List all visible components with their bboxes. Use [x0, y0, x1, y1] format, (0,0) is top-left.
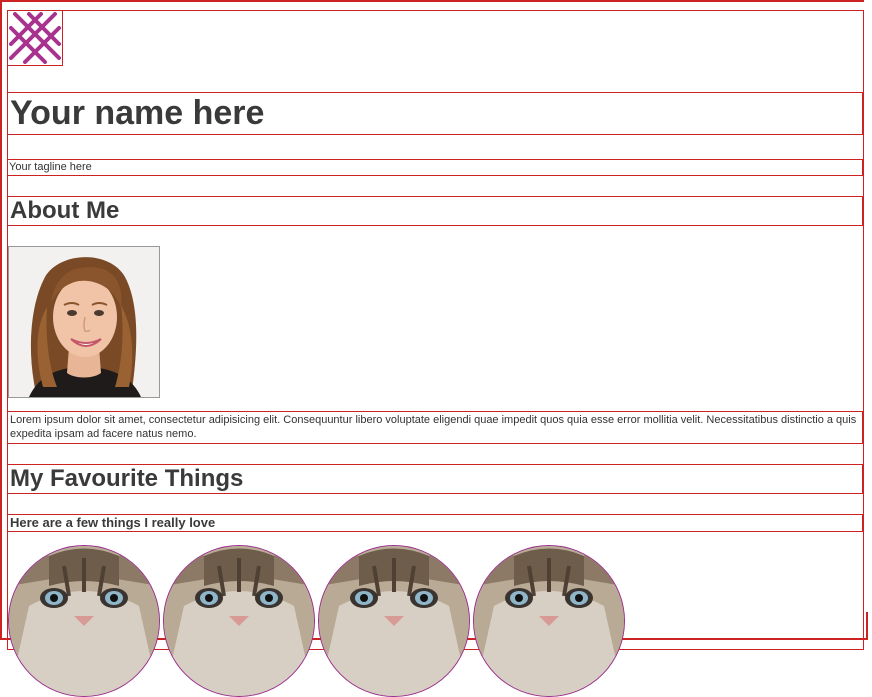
kitten-image [9, 546, 159, 696]
favourites-subheading: Here are a few things I really love [7, 514, 863, 532]
site-name: Your name here [7, 92, 863, 135]
favourites-heading: My Favourite Things [7, 464, 863, 494]
logo[interactable] [7, 10, 63, 66]
favourite-item [318, 545, 470, 697]
kitten-image [319, 546, 469, 696]
kitten-image [474, 546, 624, 696]
site-tagline: Your tagline here [7, 159, 863, 176]
favourite-item [163, 545, 315, 697]
profile-photo [8, 246, 160, 398]
favourite-item [473, 545, 625, 697]
favourite-item [8, 545, 160, 697]
crosshatch-logo-icon [9, 12, 61, 64]
window-edge [864, 0, 872, 612]
about-heading: About Me [7, 196, 863, 226]
about-text: Lorem ipsum dolor sit amet, consectetur … [7, 411, 863, 444]
kitten-image [164, 546, 314, 696]
